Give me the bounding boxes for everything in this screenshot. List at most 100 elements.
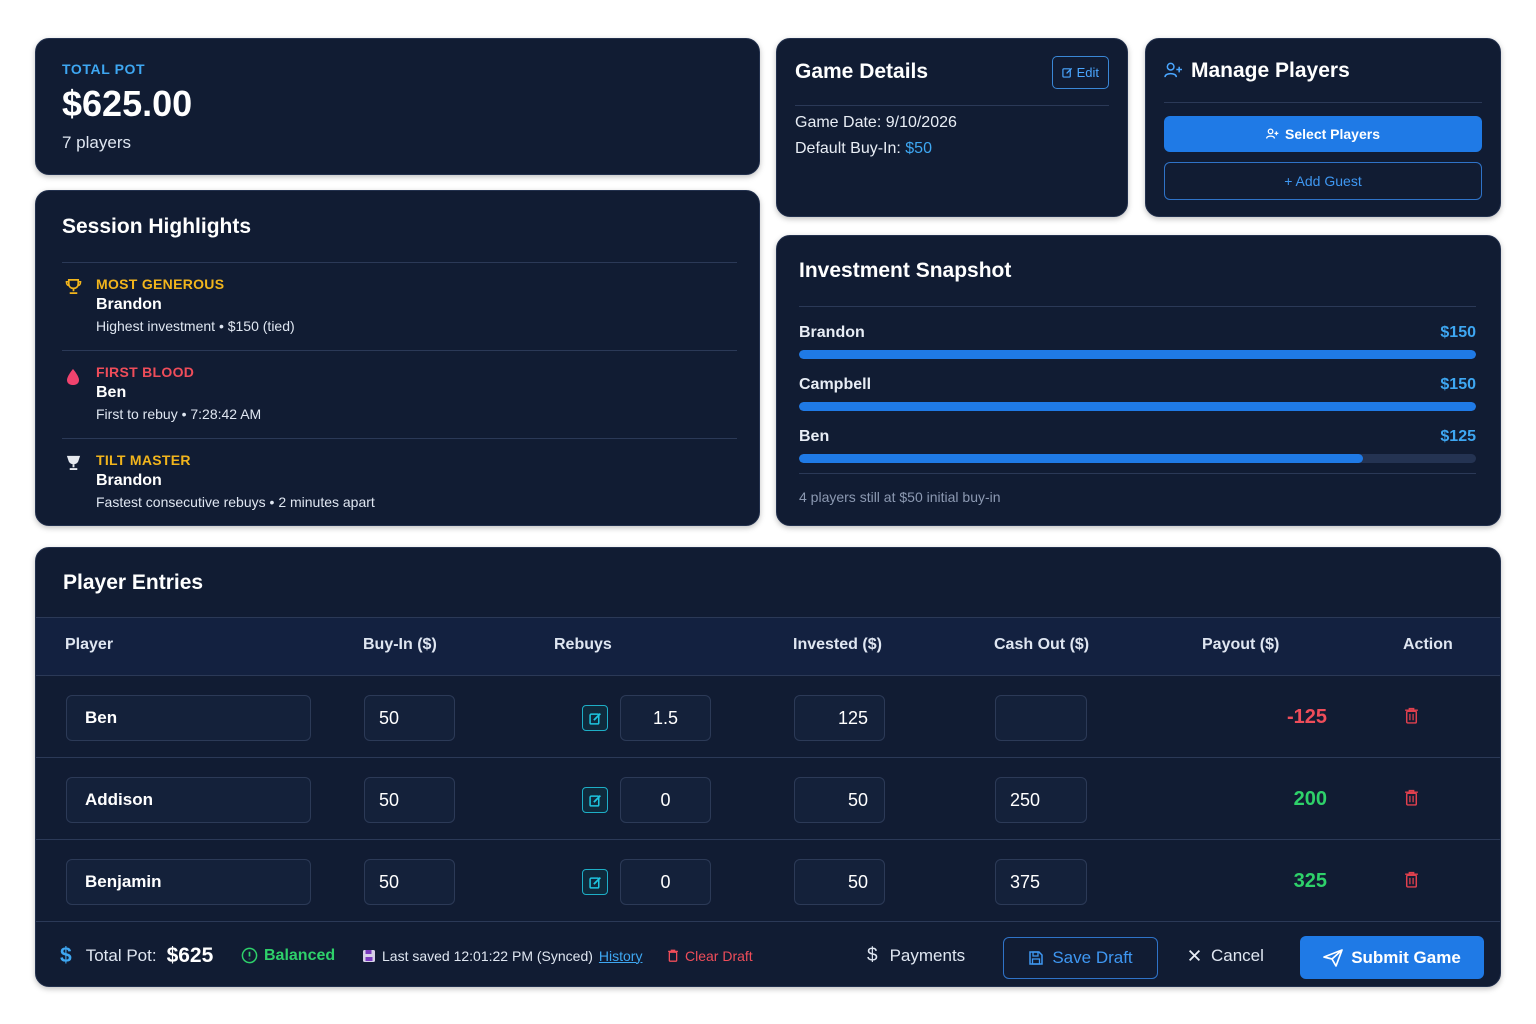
rebuys-input[interactable]: 1.5 [620, 695, 711, 741]
column-payout: Payout ($) [1202, 636, 1280, 653]
invested-field: 50 [794, 859, 885, 905]
check-circle-icon [241, 947, 258, 964]
edit-rebuys-icon[interactable] [582, 787, 608, 813]
clear-draft-label: Clear Draft [685, 947, 753, 964]
dollar-icon: $ [60, 943, 72, 967]
delete-row-icon[interactable] [1404, 789, 1419, 811]
game-details-title: Game Details [795, 60, 929, 83]
buyin-input[interactable]: 50 [364, 777, 455, 823]
entries-header: Player Entries [36, 548, 1500, 618]
edit-rebuys-icon[interactable] [582, 869, 608, 895]
cashout-input[interactable]: 375 [995, 859, 1087, 905]
default-buyin-value: $50 [905, 140, 932, 157]
snapshot-header: Investment Snapshot [799, 236, 1476, 307]
payments-button[interactable]: $ Payments [867, 923, 965, 986]
table-header [36, 618, 1500, 676]
trophy-icon [62, 276, 84, 350]
player-name-field[interactable]: Benjamin [66, 859, 311, 905]
game-date-label: Game Date: [795, 114, 882, 131]
manage-players-header: Manage Players [1164, 39, 1482, 103]
highlight-description: First to rebuy • 7:28:42 AM [96, 406, 262, 422]
send-icon [1323, 948, 1344, 967]
manage-players-title: Manage Players [1191, 58, 1350, 82]
column-invested: Invested ($) [793, 636, 882, 653]
rebuys-input[interactable]: 0 [620, 777, 711, 823]
save-status: Last saved 12:01:22 PM (Synced) History [362, 923, 643, 986]
blood-drop-icon [62, 364, 84, 438]
highlights-header: Session Highlights [62, 191, 737, 263]
investment-bar [799, 350, 1476, 359]
game-date-value: 9/10/2026 [885, 114, 957, 131]
payout-value: -125 [1286, 706, 1327, 728]
cashout-input[interactable]: 250 [995, 777, 1087, 823]
add-user-icon [1164, 62, 1182, 78]
snapshot-row: Campbell $150 [799, 376, 1476, 411]
total-pot-label: TOTAL POT [62, 61, 146, 77]
delete-row-icon[interactable] [1404, 871, 1419, 893]
column-buyin: Buy-In ($) [363, 636, 437, 653]
highlight-title: FIRST BLOOD [96, 364, 195, 380]
save-draft-button[interactable]: Save Draft [1003, 937, 1158, 979]
game-details-header: Game Details Edit [795, 39, 1109, 106]
investment-bar-track [799, 402, 1476, 411]
total-pot-amount: $625.00 [62, 83, 193, 124]
payout-value: 325 [1293, 870, 1327, 892]
delete-row-icon[interactable] [1404, 707, 1419, 729]
add-guest-button[interactable]: + Add Guest [1164, 162, 1482, 200]
cancel-button[interactable]: Cancel [1188, 923, 1264, 986]
snapshot-title: Investment Snapshot [799, 259, 1012, 282]
dollar-icon: $ [867, 944, 878, 966]
snapshot-note: 4 players still at $50 initial buy-in [799, 473, 1476, 505]
default-buyin: Default Buy-In: $50 [795, 140, 1109, 158]
edit-label: Edit [1076, 64, 1099, 80]
add-guest-label: + Add Guest [1284, 173, 1362, 189]
investment-bar [799, 402, 1476, 411]
save-draft-label: Save Draft [1052, 948, 1133, 967]
tilt-cup-icon [62, 452, 84, 527]
highlight-player: Brandon [96, 472, 162, 489]
edit-details-button[interactable]: Edit [1051, 55, 1109, 89]
player-count: 7 players [62, 133, 131, 152]
column-rebuys: Rebuys [554, 636, 612, 653]
entries-title: Player Entries [63, 570, 204, 594]
player-name-field[interactable]: Ben [66, 695, 311, 741]
highlight-tilt-master: TILT MASTER Brandon Fastest consecutive … [62, 439, 737, 527]
edit-rebuys-icon[interactable] [582, 705, 608, 731]
balanced-label: Balanced [264, 946, 336, 964]
player-entries-card: Player Entries Player Buy-In ($) Rebuys … [35, 547, 1501, 987]
investment-bar-track [799, 350, 1476, 359]
snapshot-row: Brandon $150 [799, 324, 1476, 359]
users-icon [1266, 128, 1279, 139]
clear-draft-button[interactable]: Clear Draft [667, 923, 753, 986]
invested-field: 125 [794, 695, 885, 741]
save-icon [1029, 951, 1044, 965]
submit-game-button[interactable]: Submit Game [1300, 936, 1484, 979]
floppy-disk-icon [363, 949, 375, 962]
balanced-status: Balanced [241, 923, 336, 986]
buyin-input[interactable]: 50 [364, 695, 455, 741]
highlight-title: MOST GENEROUS [96, 276, 225, 292]
footer-total: $ Total Pot: $625 [60, 923, 213, 986]
edit-icon [1061, 67, 1072, 78]
snapshot-amount: $125 [1440, 428, 1476, 445]
highlight-description: Highest investment • $150 (tied) [96, 318, 295, 334]
entries-footer: $ Total Pot: $625 Balanced Last saved 12… [36, 923, 1500, 986]
rebuys-input[interactable]: 0 [620, 859, 711, 905]
column-cashout: Cash Out ($) [994, 636, 1090, 653]
table-row: Benjamin 50 0 50 375 325 [36, 840, 1500, 922]
buyin-input[interactable]: 50 [364, 859, 455, 905]
close-icon [1188, 949, 1201, 962]
investment-bar [799, 454, 1363, 463]
select-players-label: Select Players [1285, 126, 1380, 142]
history-link[interactable]: History [599, 948, 643, 964]
table-row: Ben 50 1.5 125 -125 [36, 676, 1500, 758]
snapshot-player: Ben [799, 428, 830, 445]
highlight-title: TILT MASTER [96, 452, 191, 468]
game-details-card: Game Details Edit Game Date: 9/10/2026 D… [776, 38, 1128, 217]
cashout-input[interactable] [995, 695, 1087, 741]
select-players-button[interactable]: Select Players [1164, 116, 1482, 152]
investment-snapshot-card: Investment Snapshot Brandon $150 Campbel… [776, 235, 1501, 526]
investment-bar-track [799, 454, 1476, 463]
highlight-player: Brandon [96, 296, 162, 313]
player-name-field[interactable]: Addison [66, 777, 311, 823]
